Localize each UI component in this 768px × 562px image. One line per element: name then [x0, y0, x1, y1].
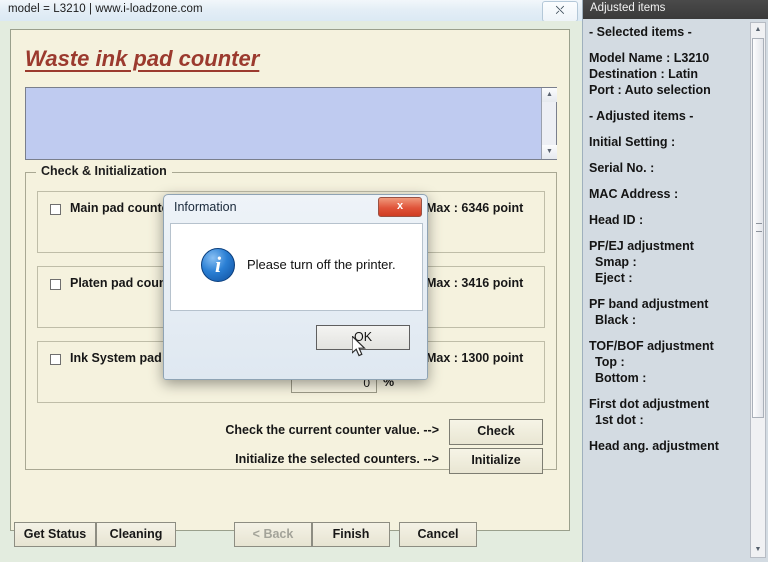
scroll-down-icon[interactable]: ▼ [751, 543, 765, 557]
scroll-up-icon[interactable]: ▲ [751, 23, 765, 37]
list-item: MAC Address : [589, 187, 679, 201]
info-icon: i [201, 248, 235, 282]
log-textarea[interactable]: ▲ ▼ [25, 87, 557, 160]
scrollbar-thumb[interactable] [752, 38, 764, 418]
log-scrollbar[interactable]: ▲ ▼ [541, 88, 557, 159]
sidebar-title: Adjusted items [590, 2, 666, 14]
cancel-button[interactable]: Cancel [399, 522, 477, 547]
list-item: - Selected items - [589, 25, 692, 39]
checkbox-main-pad[interactable] [50, 204, 61, 215]
list-item: Top : [595, 355, 625, 369]
list-item: Bottom : [595, 371, 647, 385]
list-item: TOF/BOF adjustment [589, 339, 714, 353]
list-item: Initial Setting : [589, 135, 676, 149]
bottom-button-bar: Get Status Cleaning < Back Finish Cancel [0, 522, 582, 552]
list-item: PF/EJ adjustment [589, 239, 694, 253]
sidebar-scrollbar[interactable]: ▲ ▼ [750, 22, 766, 558]
main-window-title: model = L3210 | www.i-loadzone.com [8, 3, 203, 15]
cleaning-button[interactable]: Cleaning [96, 522, 176, 547]
dialog-titlebar: Information x [164, 195, 427, 222]
scrollbar-thumb-grip [756, 223, 762, 232]
list-item: Eject : [595, 271, 633, 285]
scroll-up-icon[interactable]: ▲ [542, 88, 557, 102]
list-item: - Adjusted items - [589, 109, 694, 123]
check-action-caption: Check the current counter value. --> [225, 423, 439, 437]
check-button[interactable]: Check [449, 419, 543, 445]
finish-button[interactable]: Finish [312, 522, 390, 547]
close-icon[interactable]: ⛌ [542, 1, 578, 22]
checkbox-platen-pad[interactable] [50, 279, 61, 290]
checkbox-ink-system-pad[interactable] [50, 354, 61, 365]
list-item: Destination : Latin [589, 67, 699, 81]
information-dialog: Information x i Please turn off the prin… [163, 194, 428, 380]
pad-max-label: Max : 3416 point [426, 276, 524, 290]
initialize-action-caption: Initialize the selected counters. --> [235, 452, 439, 466]
list-item: Port : Auto selection [589, 83, 711, 97]
main-window-titlebar: model = L3210 | www.i-loadzone.com ⛌ [0, 0, 582, 22]
back-button[interactable]: < Back [234, 522, 312, 547]
list-item: Model Name : L3210 [589, 51, 710, 65]
dialog-body: i Please turn off the printer. [170, 223, 423, 311]
pad-max-label: Max : 1300 point [426, 351, 524, 365]
page-title: Waste ink pad counter [25, 46, 260, 71]
sidebar-titlebar: Adjusted items [583, 0, 768, 19]
list-item: 1st dot : [595, 413, 644, 427]
pad-label: Main pad counter [70, 201, 174, 215]
list-item: Head ID : [589, 213, 644, 227]
list-item: Smap : [595, 255, 637, 269]
screen: model = L3210 | www.i-loadzone.com ⛌ Was… [0, 0, 768, 562]
group-legend: Check & Initialization [36, 164, 172, 178]
get-status-button[interactable]: Get Status [14, 522, 96, 547]
ok-button[interactable]: OK [316, 325, 410, 350]
list-item: Black : [595, 313, 636, 327]
pad-max-label: Max : 6346 point [426, 201, 524, 215]
close-icon[interactable]: x [378, 197, 422, 217]
list-item: PF band adjustment [589, 297, 709, 311]
list-item: Serial No. : [589, 161, 655, 175]
list-item: Head ang. adjustment [589, 439, 719, 453]
sidebar-item-list: - Selected items - Model Name : L3210 De… [589, 24, 741, 454]
adjusted-items-panel: Adjusted items - Selected items - Model … [582, 0, 768, 562]
scroll-down-icon[interactable]: ▼ [542, 145, 557, 159]
dialog-message: Please turn off the printer. [247, 257, 396, 272]
list-item: First dot adjustment [589, 397, 710, 411]
initialize-button[interactable]: Initialize [449, 448, 543, 474]
dialog-title: Information [174, 200, 237, 214]
info-icon-glyph: i [214, 252, 222, 277]
